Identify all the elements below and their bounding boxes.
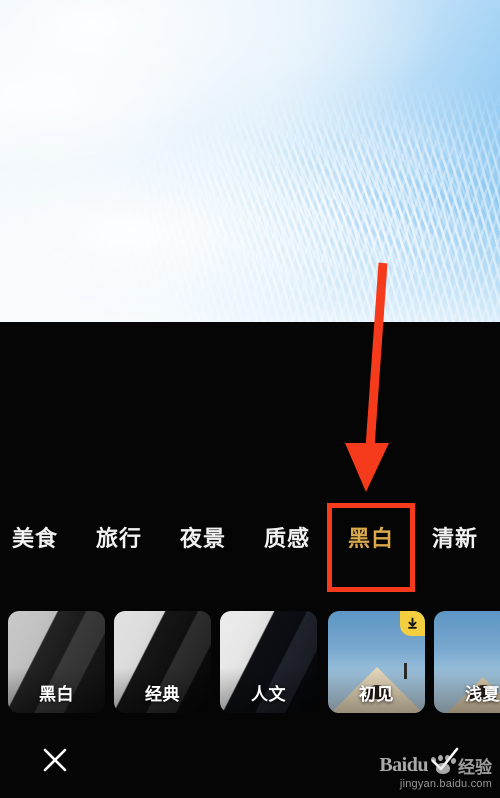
thumb-label: 黑白 xyxy=(39,685,74,704)
filter-thumb-renwen[interactable]: 人文 xyxy=(220,611,317,713)
filter-category-tabs: 美食 旅行 夜景 质感 黑白 清新 xyxy=(0,518,500,560)
thumb-label: 经典 xyxy=(145,685,180,704)
confirm-button[interactable] xyxy=(425,740,465,780)
tab-zhigan[interactable]: 质感 xyxy=(264,518,310,560)
filter-thumb-chujian[interactable]: 初见 xyxy=(328,611,425,713)
tab-qingxin[interactable]: 清新 xyxy=(432,518,478,560)
photo-filter-editor-screen: 美食 旅行 夜景 质感 黑白 清新 黑白 经典 人文 初见 浅夏 Baidu 经… xyxy=(0,0,500,798)
tab-yejing[interactable]: 夜景 xyxy=(180,518,226,560)
cloud-haze-overlay xyxy=(0,0,500,322)
download-arrow-icon[interactable] xyxy=(400,611,425,636)
filter-thumb-jingdian[interactable]: 经典 xyxy=(114,611,211,713)
filter-thumb-qianxia[interactable]: 浅夏 xyxy=(434,611,500,713)
thumb-label: 初见 xyxy=(359,685,394,704)
filter-thumbnail-strip[interactable]: 黑白 经典 人文 初见 浅夏 xyxy=(0,611,500,713)
tab-heibai[interactable]: 黑白 xyxy=(348,518,394,560)
checkmark-icon xyxy=(431,747,459,771)
editor-action-bar: Baidu 经验 jingyan.baidu.com xyxy=(0,722,500,798)
close-x-icon xyxy=(43,748,67,772)
tab-lvxing[interactable]: 旅行 xyxy=(96,518,142,560)
watermark-brand: Baidu xyxy=(379,753,428,776)
close-button[interactable] xyxy=(35,740,75,780)
tab-meishi[interactable]: 美食 xyxy=(12,518,58,560)
filter-thumb-heibai[interactable]: 黑白 xyxy=(8,611,105,713)
thumb-label: 人文 xyxy=(251,685,286,704)
filter-editor-panel: 美食 旅行 夜景 质感 黑白 清新 黑白 经典 人文 初见 浅夏 Baidu 经… xyxy=(0,322,500,798)
thumb-label: 浅夏 xyxy=(465,685,500,704)
sky-photo-preview[interactable] xyxy=(0,0,500,322)
